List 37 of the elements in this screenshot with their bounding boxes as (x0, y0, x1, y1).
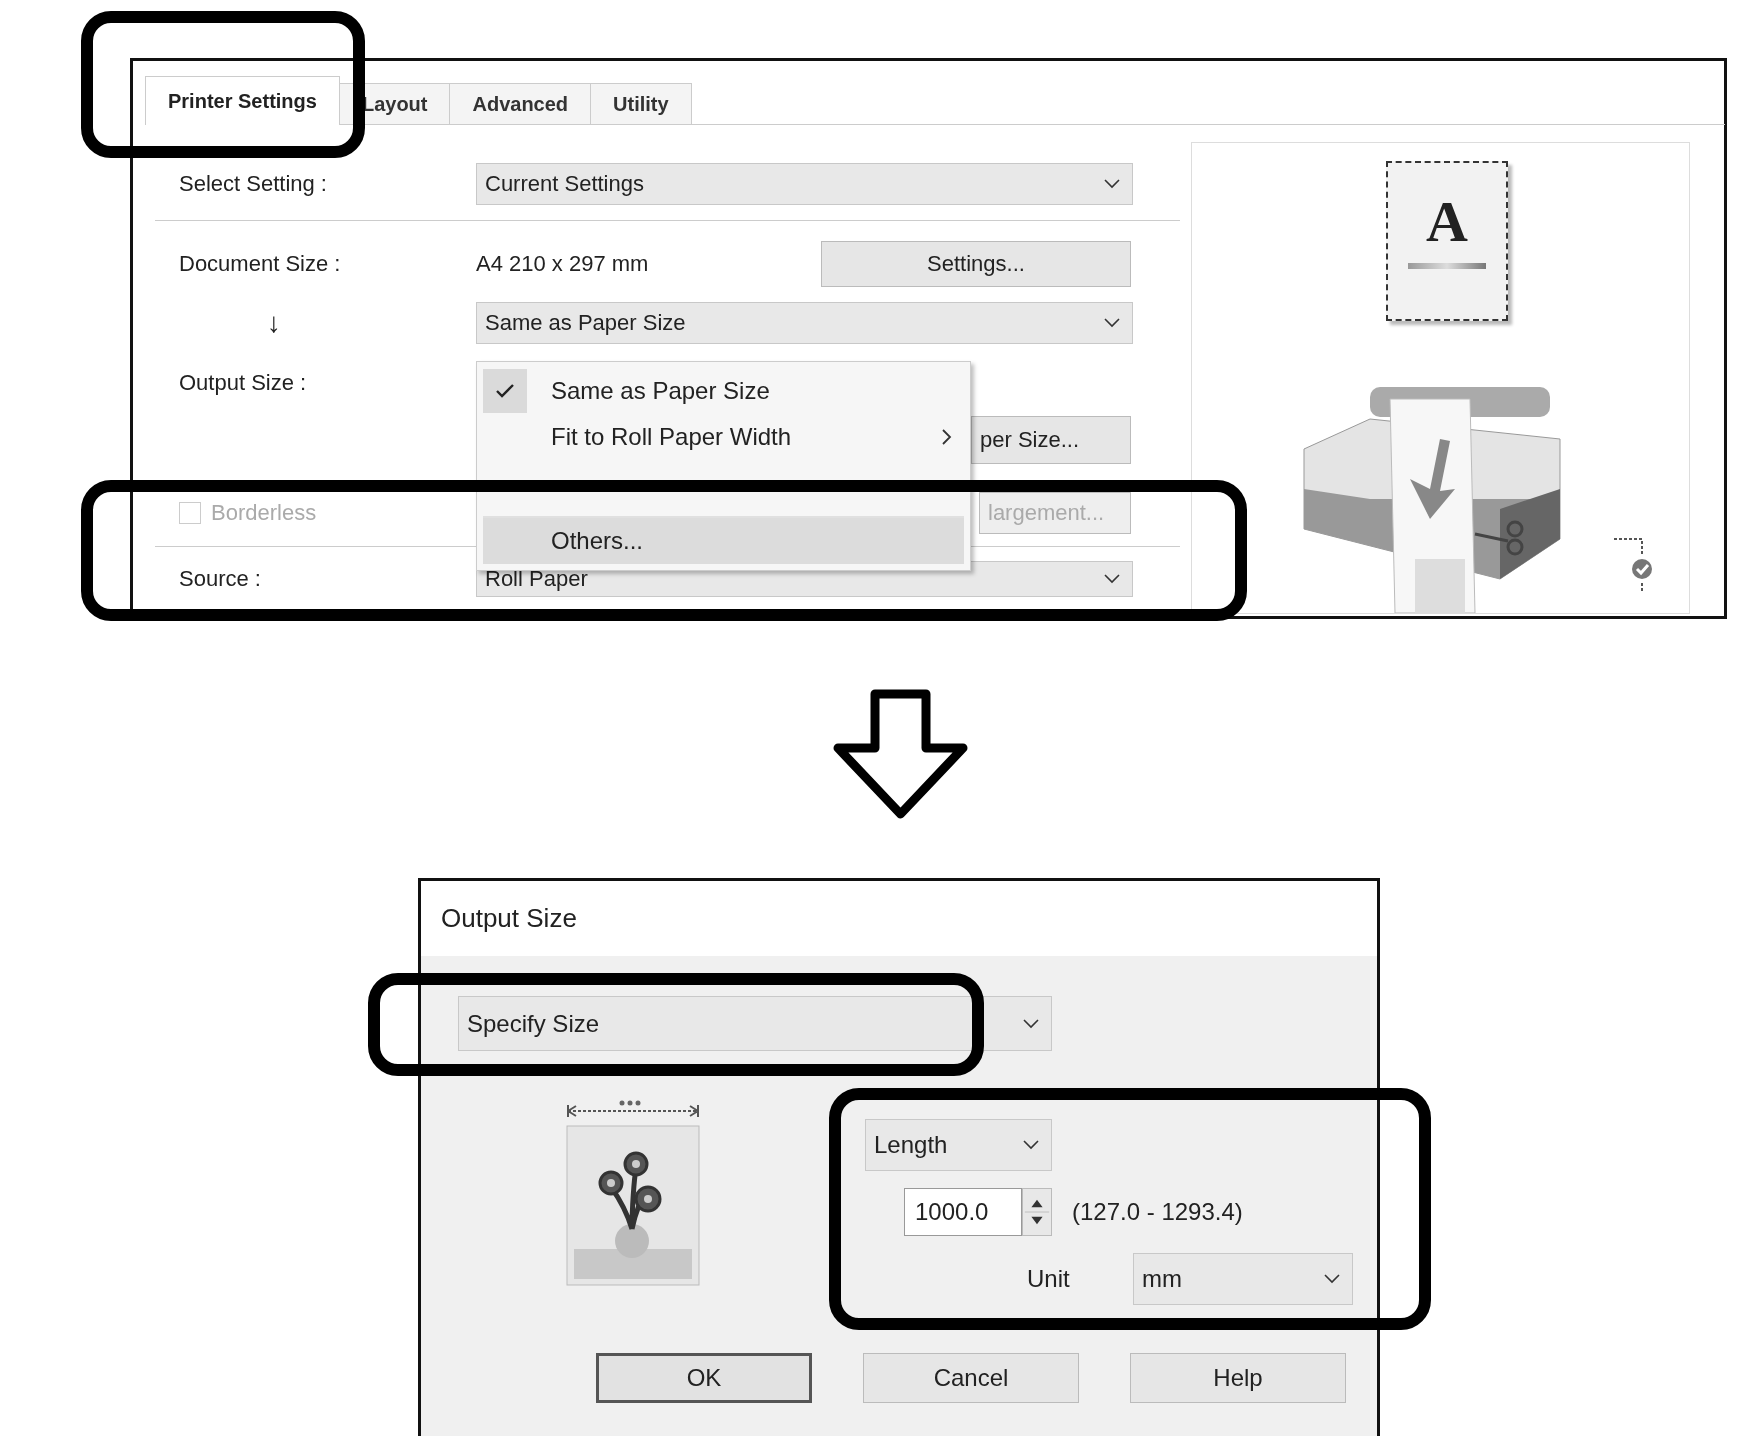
field-label: Select Setting : (179, 171, 328, 197)
settings-button[interactable]: Settings... (821, 241, 1131, 287)
dimension-dropdown[interactable]: Length (865, 1119, 1052, 1171)
chevron-down-icon (1104, 574, 1120, 584)
chevron-down-icon (1104, 318, 1120, 328)
select-setting-dropdown[interactable]: Current Settings (476, 163, 1133, 205)
tab[interactable]: Printer Settings (145, 76, 340, 125)
document-size-value: A4 210 x 297 mm (476, 251, 650, 277)
range-text: (127.0 - 1293.4) (1072, 1198, 1243, 1226)
paper-letter: A (1426, 193, 1468, 251)
chevron-down-icon (1324, 1274, 1340, 1284)
checkbox-label: Borderless (211, 500, 317, 526)
unit-label: Unit (1027, 1265, 1071, 1293)
dialog-button[interactable]: OK (596, 1353, 812, 1403)
chevron-down-icon (1023, 1140, 1039, 1150)
unit-dropdown[interactable]: mm (1133, 1253, 1353, 1305)
field-label: Source : (179, 566, 262, 592)
size-mode-dropdown[interactable]: Specify Size (458, 996, 1052, 1051)
down-arrow-icon (831, 688, 970, 820)
length-field[interactable]: 1000.0 (904, 1188, 1022, 1236)
menu-item[interactable]: Same as Paper Size (483, 368, 964, 414)
tab[interactable]: Advanced (449, 83, 592, 124)
dialog-button[interactable]: Cancel (863, 1353, 1079, 1403)
checkmark-icon (495, 383, 515, 399)
paper-size-button[interactable]: per Size... (971, 416, 1131, 464)
spin-buttons-icon[interactable] (1022, 1188, 1052, 1236)
dialog-button[interactable]: Help (1130, 1353, 1346, 1403)
field-label: Output Size : (179, 370, 308, 396)
output-size-dropdown[interactable]: Same as Paper Size (476, 302, 1133, 344)
menu-item[interactable]: Others... (483, 516, 964, 564)
chevron-down-icon (1104, 179, 1120, 189)
tab[interactable]: Utility (590, 83, 692, 124)
down-arrow-glyph: ↓ (266, 307, 282, 339)
field-label: Document Size : (179, 251, 342, 277)
chevron-down-icon (1023, 1018, 1039, 1029)
dialog-title: Output Size (441, 903, 577, 934)
menu-item[interactable]: Fit to Roll Paper Width (483, 414, 964, 460)
